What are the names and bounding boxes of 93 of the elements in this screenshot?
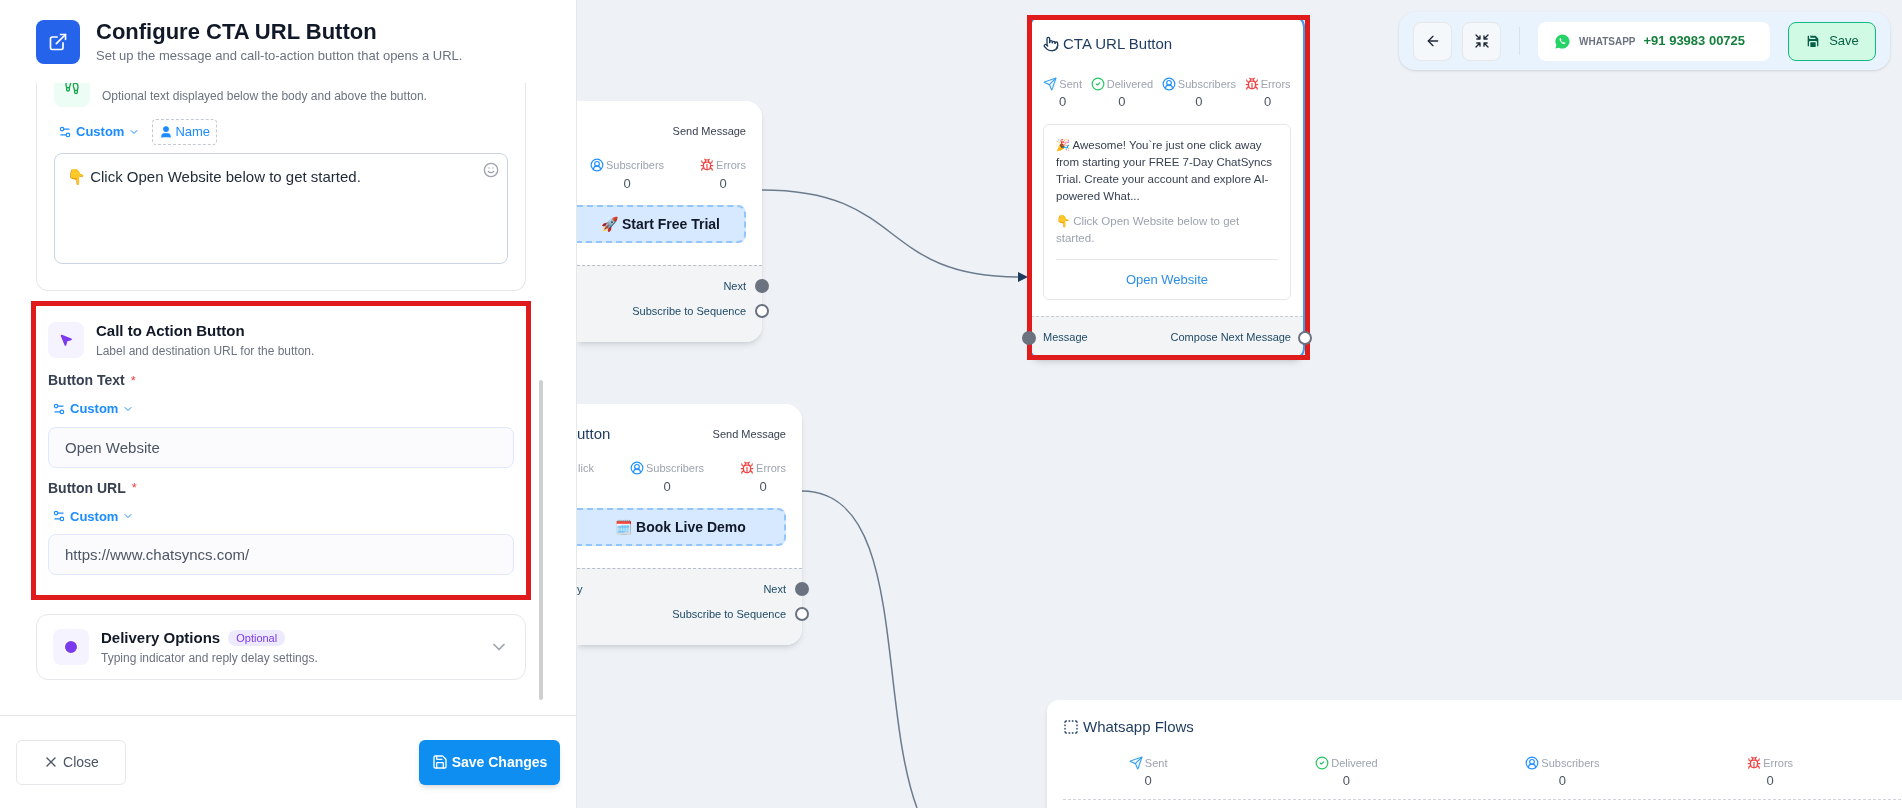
connection-handle[interactable] — [1022, 330, 1036, 345]
stat-value: 0 — [1264, 93, 1272, 111]
flow-node[interactable]: Whatsapp Flows Sent 0 Delivered 0 Subscribers 0 Errors 0 — [1047, 700, 1902, 808]
cursor-icon — [59, 332, 73, 347]
footprints-icon — [64, 83, 80, 95]
field-label: Button URL — [48, 478, 126, 498]
node-title: utton — [577, 423, 611, 444]
back-button[interactable] — [1413, 21, 1452, 61]
message-button[interactable]: 🚀 Start Free Trial — [577, 205, 746, 243]
collapse-button[interactable] — [1462, 21, 1501, 61]
close-button[interactable]: Close — [16, 739, 126, 785]
message-footer: 👇 Click Open Website below to get started. — [1056, 212, 1278, 247]
user-circle-icon — [589, 158, 604, 173]
stat-value: 0 — [1118, 93, 1126, 111]
panel-subtitle: Set up the message and call-to-action button that opens a URL. — [96, 46, 463, 65]
stat-value: 0 — [1342, 772, 1351, 790]
channel-label: WHATSAPP — [1579, 34, 1636, 49]
stat-label: Sent — [1059, 76, 1082, 92]
chat-bubble-icon — [1554, 32, 1571, 50]
optional-badge: Optional — [228, 629, 286, 647]
connection-handle[interactable] — [795, 606, 809, 621]
card-title: Call to Action Button — [96, 320, 246, 341]
bug-icon — [1244, 76, 1259, 91]
stat-value: 0 — [1558, 772, 1566, 790]
bug-icon — [700, 158, 715, 173]
shrink-icon — [1473, 33, 1490, 49]
output-label: Compose Next Message — [1170, 330, 1291, 346]
field-label: Button Text — [48, 371, 125, 390]
stat-label: Sent — [1144, 755, 1168, 771]
node-type-label: Send Message — [712, 426, 786, 442]
delivery-options-card[interactable]: Delivery Options Optional Typing indicator and reply delay settings. — [36, 614, 526, 680]
check-circle-icon — [1090, 76, 1105, 91]
stat-label: Subscribers — [1177, 76, 1236, 92]
emoji-icon[interactable] — [483, 161, 499, 178]
scrollbar[interactable] — [539, 380, 543, 700]
stat-label: Errors — [716, 158, 746, 173]
save-button[interactable]: Save — [1788, 21, 1876, 61]
output-label: Next — [763, 582, 786, 597]
panel-title: Configure CTA URL Button — [96, 17, 378, 46]
open-website-link[interactable]: Open Website — [1125, 269, 1209, 289]
message-button[interactable]: 🗓 Book Live Demo — [577, 508, 786, 546]
card-description: Optional text displayed below the body and above the button. — [102, 88, 427, 105]
frame-icon — [1063, 719, 1079, 736]
phone-number: +91 93983 00725 — [1643, 32, 1746, 51]
stat-value: 0 — [1766, 772, 1774, 790]
message-textarea[interactable]: 👇 Click Open Website below to get started. — [54, 152, 508, 264]
text-input[interactable]: https://www.chatsyncs.com/ — [48, 534, 514, 575]
input-label: Message — [1043, 330, 1088, 346]
message-body: 🎉 Awesome! You`re just one click away from starting your FREE 7-Day ChatSyncs Trial. Create your account and explore AI-powered What... — [1056, 137, 1273, 204]
connection-handle[interactable] — [755, 279, 769, 294]
user-circle-icon — [1525, 755, 1540, 770]
stat-value: 0 — [1195, 93, 1203, 111]
check-circle-icon — [1315, 755, 1330, 770]
required-mark: * — [130, 371, 136, 390]
user-circle-icon — [1161, 76, 1176, 91]
user-icon — [159, 124, 174, 139]
paper-plane-icon — [1043, 76, 1058, 91]
output-label: Subscribe to Sequence — [672, 606, 786, 622]
output-label: Subscribe to Sequence — [632, 303, 746, 319]
paper-plane-icon — [1128, 755, 1143, 770]
stat-label: Subscribers — [645, 461, 705, 476]
connection-handle[interactable] — [795, 582, 809, 597]
pointing-hand-icon — [1043, 36, 1059, 53]
connection-handle[interactable] — [755, 303, 769, 318]
stat-label: Errors — [1763, 755, 1794, 771]
node-title: CTA URL Button — [1063, 34, 1173, 54]
stat-label: Subscribers — [605, 158, 665, 173]
user-circle-icon — [629, 461, 644, 476]
card-title: Delivery Options — [101, 627, 221, 648]
stat-label: Errors — [1260, 76, 1291, 92]
bug-icon — [740, 461, 755, 476]
stat-label: Delivered — [1106, 76, 1154, 92]
external-link-icon — [48, 31, 68, 52]
stat-value: 0 — [759, 477, 767, 496]
stat-value: 0 — [1059, 93, 1067, 111]
output-label: Next — [723, 279, 746, 294]
stat-label: Delivered — [1331, 755, 1378, 771]
stat-label: Subscribers — [1541, 755, 1600, 771]
stat-label: Errors — [756, 461, 786, 476]
text-input[interactable]: Open Website — [48, 426, 514, 468]
node-type-label: Send Message — [672, 123, 746, 139]
stat-value: 0 — [1144, 772, 1152, 790]
required-mark: * — [131, 479, 137, 498]
card-description: Label and destination URL for the button. — [96, 343, 315, 360]
connection-handle[interactable] — [1298, 330, 1312, 345]
node-title: Whatsapp Flows — [1083, 717, 1194, 737]
stat-value: 0 — [719, 174, 727, 193]
bug-icon — [1747, 755, 1762, 770]
output-label: y — [577, 582, 583, 597]
stat-value: 0 — [663, 477, 671, 496]
stat-value: 0 — [623, 174, 631, 193]
stat-label: lick — [578, 461, 594, 476]
card-description: Typing indicator and reply delay settings. — [101, 650, 319, 668]
